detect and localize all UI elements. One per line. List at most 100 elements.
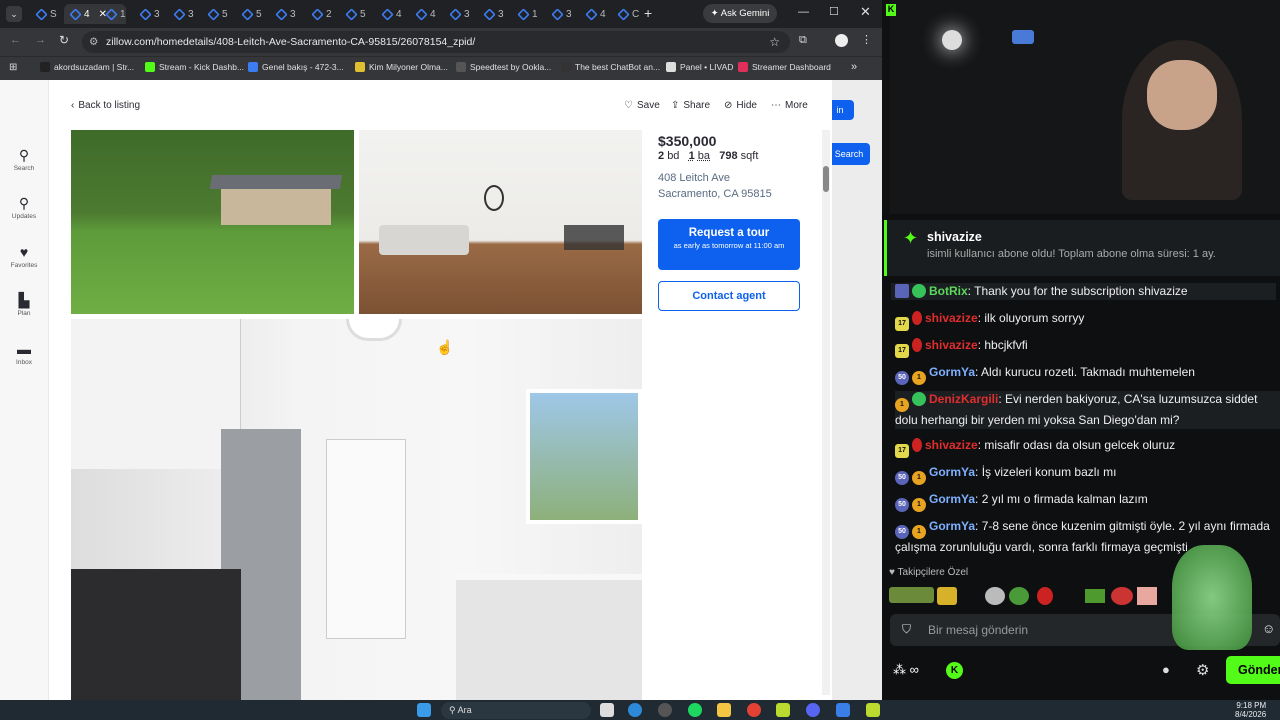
nav-inbox[interactable]: ▬ Inbox [0,342,48,366]
menu-icon[interactable]: ⋮ [861,33,872,46]
photo-kitchen[interactable] [71,319,642,700]
browser-tab[interactable]: S [30,4,62,24]
address-bar[interactable]: ⚙ zillow.com/homedetails/408-Leitch-Ave-… [82,31,790,53]
bookmark-item[interactable]: Stream - Kick Dashb... [145,62,244,72]
settings-gear-icon[interactable]: ⚙ [1196,661,1209,679]
back-to-listing-link[interactable]: ‹ Back to listing [71,100,140,111]
points-icon[interactable]: ⁂ ∞ [893,662,919,678]
github-icon[interactable] [658,703,672,717]
chat-username[interactable]: GormYa [929,492,975,506]
modal-scrollbar[interactable] [822,130,830,695]
emote-5[interactable] [1037,587,1053,605]
chat-username[interactable]: BotRix [929,284,968,298]
browser-tab[interactable]: 3 [444,4,476,24]
live-icon-2[interactable] [866,703,880,717]
forward-icon[interactable]: → [35,34,46,46]
save-button[interactable]: ♡ Save [624,100,660,111]
emote-bar[interactable] [889,585,1157,607]
browser-tab[interactable]: 3 [478,4,510,24]
browser-tab[interactable]: 5 [202,4,234,24]
extensions-icon[interactable]: ⧉ [799,34,807,47]
taskbar-search[interactable]: ⚲ Ara [441,702,591,719]
bookmark-item[interactable]: The best ChatBot an... [561,62,660,72]
browser-tab[interactable]: C [612,4,644,24]
browser-tab[interactable]: 1 [100,4,132,24]
tab-search-icon[interactable]: ⌄ [6,6,22,22]
minimize-icon[interactable]: — [798,6,809,18]
bookmark-item[interactable]: akordsuzadam | Str... [40,62,134,72]
app-icon[interactable] [836,703,850,717]
tab-label: 5 [360,8,366,20]
bg-search-button[interactable]: Search [828,143,870,165]
discord-icon[interactable] [806,703,820,717]
apps-icon[interactable]: ⊞ [9,62,17,73]
browser-tab[interactable]: 3 [168,4,200,24]
emote-2[interactable] [937,587,957,605]
bookmark-star-icon[interactable]: ☆ [769,31,780,53]
chat-bubble-icon[interactable]: ● [1162,662,1170,677]
system-clock[interactable]: 9:18 PM 8/4/2026 [1235,701,1266,719]
chat-username[interactable]: GormYa [929,519,975,533]
scroll-thumb[interactable] [823,166,829,192]
nav-updates[interactable]: ⚲ Updates [0,196,48,220]
browser-tab[interactable]: 4 [376,4,408,24]
close-window-icon[interactable]: ✕ [860,4,871,20]
chat-username[interactable]: shivazize [925,338,978,352]
edge-icon[interactable] [628,703,642,717]
chat-username[interactable]: GormYa [929,365,975,379]
ask-gemini-button[interactable]: ✦ Ask Gemini [703,4,777,23]
bookmark-item[interactable]: Streamer Dashboard [738,62,831,72]
emote-4[interactable] [1009,587,1029,605]
photo-living-room[interactable] [359,130,642,314]
nav-search[interactable]: ⚲ Search [0,148,48,172]
emote-7[interactable] [1111,587,1133,605]
contact-agent-button[interactable]: Contact agent [658,281,800,311]
chat-username[interactable]: DenizKargili [929,392,998,406]
new-tab-icon[interactable]: + [644,5,652,21]
browser-tab[interactable]: 3 [546,4,578,24]
browser-tab[interactable]: 4 [580,4,612,24]
browser-tab[interactable]: 1 [512,4,544,24]
live-icon[interactable] [776,703,790,717]
browser-tab[interactable]: 2 [306,4,338,24]
reload-icon[interactable]: ↻ [59,33,69,47]
bookmark-item[interactable]: Kim Milyoner Olma... [355,62,448,72]
bookmark-item[interactable]: Panel • LIVAD [666,62,733,72]
taskview-icon[interactable] [600,703,614,717]
chrome-icon[interactable] [747,703,761,717]
request-tour-button[interactable]: Request a tour as early as tomorrow at 1… [658,219,800,270]
browser-tab[interactable]: 5 [236,4,268,24]
send-button[interactable]: Gönder [1226,656,1280,684]
kick-k-icon[interactable]: K [946,662,963,679]
bookmark-item[interactable]: Genel bakış - 472-3... [248,62,344,72]
more-bookmarks-icon[interactable]: » [851,61,857,73]
more-label: More [785,100,808,111]
site-info-icon[interactable]: ⚙ [89,31,98,53]
chat-username[interactable]: GormYa [929,465,975,479]
chat-username[interactable]: shivazize [925,311,978,325]
browser-tab[interactable]: 3 [134,4,166,24]
spotify-icon[interactable] [688,703,702,717]
maximize-icon[interactable]: ☐ [829,5,839,18]
profile-avatar[interactable] [835,34,848,47]
share-button[interactable]: ⇪ Share [671,100,710,111]
hide-button[interactable]: ⊘ Hide [724,100,757,111]
bookmark-item[interactable]: Speedtest by Ookla... [456,62,551,72]
browser-tab[interactable]: 4 [410,4,442,24]
browser-tab[interactable]: 5 [340,4,372,24]
photo-exterior[interactable] [71,130,354,314]
emote-1[interactable] [889,587,934,603]
more-button[interactable]: ⋯ More [771,100,808,111]
emote-3[interactable] [985,587,1005,605]
back-icon[interactable]: ← [10,34,21,46]
emoji-icon[interactable]: ☺ [1262,621,1275,636]
emote-8[interactable] [1137,587,1157,605]
nav-favorites[interactable]: ♥ Favorites [0,245,48,269]
browser-tab[interactable]: 3 [270,4,302,24]
nav-plan[interactable]: ▙ Plan [0,293,48,317]
emote-6[interactable] [1085,589,1105,603]
chat-username[interactable]: shivazize [925,438,978,452]
start-icon[interactable] [417,703,431,717]
chat-message: 17 shivazize: misafir odası da olsun gelc… [895,437,1280,458]
explorer-icon[interactable] [717,703,731,717]
